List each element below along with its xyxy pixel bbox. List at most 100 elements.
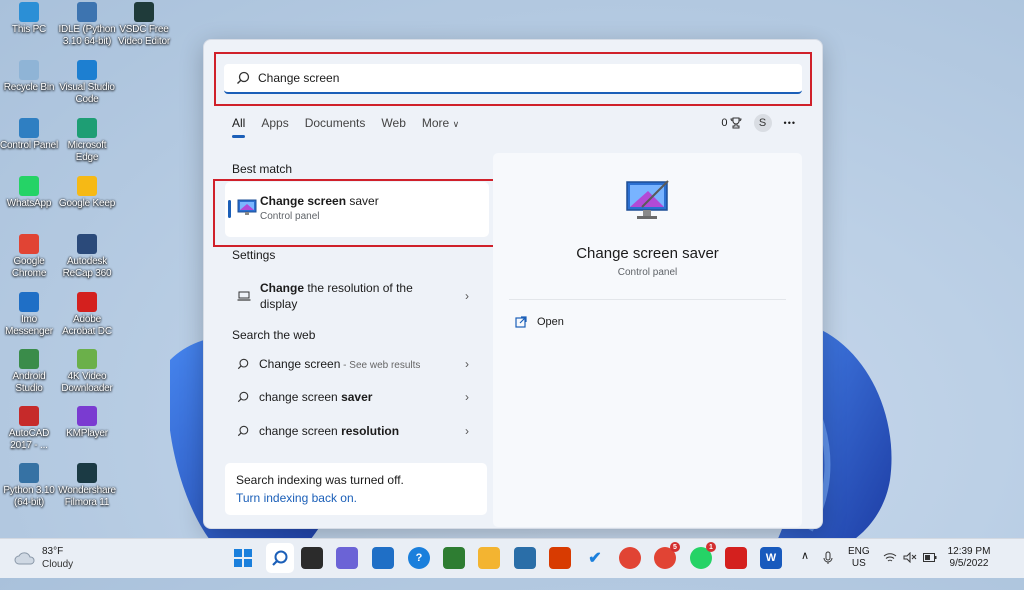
desktop-icon[interactable]: Adobe Acrobat DC (58, 292, 116, 338)
file-explorer-icon[interactable] (478, 547, 500, 569)
best-match-title: Change screen saver (260, 194, 379, 208)
office-icon[interactable] (549, 547, 571, 569)
web-result-item[interactable]: Change screen - See web results › (225, 351, 489, 377)
best-match-subtitle: Control panel (260, 211, 320, 222)
language-bottom: US (851, 558, 866, 569)
desktop-icon-label: Recycle Bin (3, 82, 55, 93)
rewards-button[interactable]: 0 (721, 117, 742, 129)
settings-result-item[interactable]: Change the resolution of the display › (225, 278, 489, 314)
open-action[interactable]: Open (515, 316, 564, 328)
tab-web[interactable]: Web (381, 116, 405, 130)
chrome-icon[interactable] (619, 547, 641, 569)
weather-temp: 83°F (42, 546, 64, 557)
detail-title: Change screen saver (576, 245, 719, 262)
web-result-item[interactable]: change screen saver › (225, 384, 489, 410)
avatar[interactable]: S (753, 114, 772, 132)
desktop-icon[interactable]: Wondershare Filmora 11 (58, 463, 116, 509)
chevron-right-icon: › (465, 390, 469, 404)
tab-all[interactable]: All (232, 116, 246, 138)
search-field[interactable] (224, 64, 802, 94)
search-icon (237, 358, 249, 370)
vsdc-icon (134, 2, 154, 22)
screen-saver-icon (237, 199, 257, 215)
tab-documents[interactable]: Documents (305, 116, 366, 130)
turn-indexing-on-link[interactable]: Turn indexing back on. (236, 491, 357, 505)
desktop-icon-label: VSDC Free Video Editor (118, 24, 170, 47)
detail-divider (509, 299, 786, 300)
control-panel-icon (19, 118, 39, 138)
desktop-icon[interactable]: Autodesk ReCap 360 (58, 234, 116, 280)
desktop-icon[interactable]: Recycle Bin (0, 60, 58, 94)
indexing-text: Search indexing was turned off. (236, 473, 404, 487)
desktop-icon[interactable]: Google Chrome (0, 234, 58, 280)
desktop-icon[interactable]: Python 3.10 (64-bit) (0, 463, 58, 509)
desktop-icon[interactable]: Microsoft Edge (58, 118, 116, 164)
todo-icon[interactable]: ✔ (584, 547, 606, 569)
chevron-right-icon: › (465, 357, 469, 371)
filmora-icon (77, 463, 97, 483)
web-result-item[interactable]: change screen resolution › (225, 418, 489, 444)
desktop-icon-label: Google Chrome (11, 256, 47, 279)
desktop-icon[interactable]: KMPlayer (58, 406, 116, 440)
desktop-icon-label: Python 3.10 (64-bit) (3, 485, 55, 508)
desktop-icon-label: Microsoft Edge (67, 140, 107, 163)
chevron-right-icon: › (465, 289, 469, 303)
desktop-icon[interactable]: This PC (0, 2, 58, 36)
desktop-icon[interactable]: 4K Video Downloader (58, 349, 116, 395)
taskbar: 83°F Cloudy ? ✔ 5 1 W ∧ ENG US 12:39 PM … (0, 538, 1024, 578)
desktop-icon[interactable]: Visual Studio Code (58, 60, 116, 106)
web-result-label: change screen resolution (259, 424, 400, 438)
search-icon (237, 391, 249, 403)
laptop-icon (237, 291, 251, 301)
more-options-button[interactable]: ••• (784, 118, 796, 128)
best-match-heading: Best match (232, 162, 293, 176)
word-icon[interactable]: W (760, 547, 782, 569)
task-view-icon[interactable] (301, 547, 323, 569)
desktop-icon[interactable]: IDLE (Python 3.10 64-bit) (58, 2, 116, 48)
google-keep-icon (77, 176, 97, 196)
desktop-icon[interactable]: AutoCAD 2017 - ... (0, 406, 58, 452)
web-result-label: Change screen - See web results (259, 357, 421, 371)
desktop-icon-label: 4K Video Downloader (61, 371, 113, 394)
desktop-icon-label: Wondershare Filmora 11 (58, 485, 116, 508)
desktop-icon[interactable]: Imo Messenger (0, 292, 58, 338)
search-icon (237, 71, 250, 84)
battery-icon[interactable] (923, 553, 937, 562)
search-icon (272, 550, 288, 566)
clock[interactable]: 12:39 PM 9/5/2022 (946, 546, 992, 570)
acrobat-icon[interactable] (725, 547, 747, 569)
chat-icon[interactable] (336, 547, 358, 569)
wifi-icon[interactable] (883, 552, 897, 563)
desktop-icon[interactable]: Android Studio (0, 349, 58, 395)
prime-video-icon[interactable] (514, 547, 536, 569)
acrobat-icon (77, 292, 97, 312)
help-icon[interactable]: ? (408, 547, 430, 569)
microphone-icon[interactable] (823, 551, 833, 565)
desktop-icon[interactable]: Google Keep (58, 176, 116, 210)
search-taskbar-button[interactable] (266, 543, 294, 573)
weather-widget[interactable]: 83°F Cloudy (14, 545, 73, 571)
volume-muted-icon[interactable] (903, 552, 917, 563)
whatsapp-icon[interactable]: 1 (690, 542, 716, 569)
best-match-item[interactable]: Change screen saver Control panel (225, 182, 489, 237)
language-indicator[interactable]: ENG US (848, 546, 870, 570)
chevron-up-icon[interactable]: ∧ (801, 550, 809, 562)
windows-logo-icon (234, 549, 252, 567)
search-input[interactable] (256, 70, 760, 86)
chevron-down-icon: ∨ (452, 119, 460, 129)
tab-apps[interactable]: Apps (261, 116, 288, 130)
desktop-icon-label: IDLE (Python 3.10 64-bit) (58, 24, 116, 47)
start-button[interactable] (232, 547, 254, 569)
chrome-profile-icon[interactable]: 5 (654, 542, 680, 569)
android-studio-icon (19, 349, 39, 369)
desktop-icon[interactable]: WhatsApp (0, 176, 58, 210)
open-external-icon (515, 316, 527, 328)
desktop-icon[interactable]: VSDC Free Video Editor (115, 2, 173, 48)
tab-more[interactable]: More ∨ (422, 116, 459, 130)
store-icon[interactable] (443, 547, 465, 569)
web-result-label: change screen saver (259, 390, 373, 404)
web-heading: Search the web (232, 328, 316, 342)
open-label: Open (537, 316, 564, 328)
widget-app-icon[interactable] (372, 547, 394, 569)
desktop-icon[interactable]: Control Panel (0, 118, 58, 152)
